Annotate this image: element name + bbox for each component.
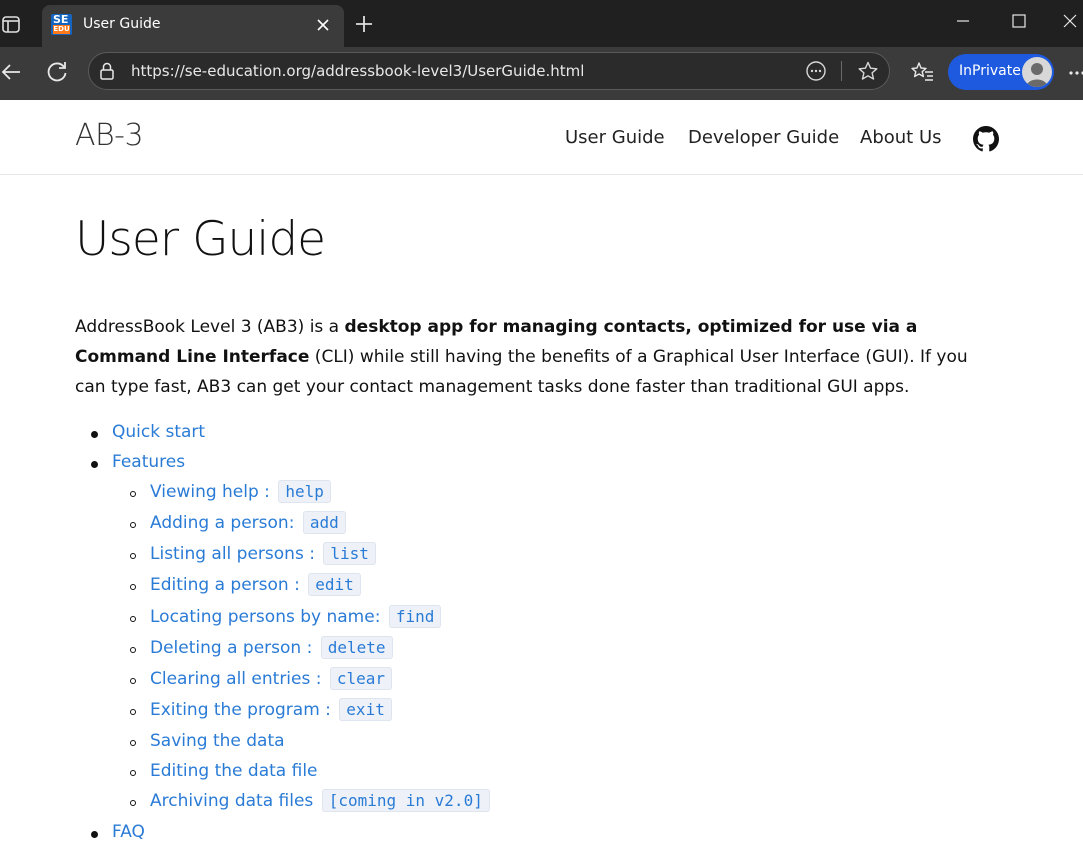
toc-sub-bullet — [130, 678, 136, 684]
toc-link[interactable]: FAQ — [112, 822, 145, 842]
toc-listing-persons: Listing all persons : list — [150, 542, 376, 565]
new-tab-icon[interactable] — [352, 12, 376, 36]
profile-avatar-icon[interactable] — [1022, 57, 1052, 87]
toc-sub-bullet — [130, 522, 136, 528]
toc-link[interactable]: Quick start — [112, 422, 205, 442]
browser-toolbar: https://se-education.org/addressbook-lev… — [0, 47, 1083, 100]
toc-viewing-help: Viewing help : help — [150, 480, 331, 503]
toc-link[interactable]: Exiting the program : — [150, 700, 331, 720]
site-navbar: AB-3 User Guide Developer Guide About Us — [0, 100, 1083, 175]
toc-sub-bullet — [130, 800, 136, 806]
toc-adding-person: Adding a person: add — [150, 511, 346, 534]
refresh-icon[interactable] — [44, 59, 70, 85]
toc-code[interactable]: add — [302, 511, 346, 534]
toc-link[interactable]: Clearing all entries : — [150, 669, 321, 689]
toc-sub-bullet — [130, 709, 136, 715]
toc-link[interactable]: Features — [112, 452, 185, 472]
toc-editing-person: Editing a person : edit — [150, 573, 361, 596]
page-viewport: AB-3 User Guide Developer Guide About Us… — [0, 100, 1083, 853]
address-bar[interactable]: https://se-education.org/addressbook-lev… — [88, 52, 890, 90]
intro-text-1: AddressBook Level 3 (AB3) is a — [75, 317, 345, 337]
toc-sub-bullet — [130, 491, 136, 497]
nav-user-guide[interactable]: User Guide — [565, 127, 665, 148]
toc-bullet — [91, 431, 98, 438]
nav-about-us[interactable]: About Us — [860, 127, 942, 148]
toc-bullet — [91, 461, 98, 468]
toc-code[interactable]: exit — [339, 698, 392, 721]
favicon-text-bottom: EDU — [53, 25, 70, 34]
lock-icon[interactable] — [96, 60, 118, 82]
toc-code[interactable]: help — [278, 480, 331, 503]
settings-more-icon[interactable] — [1066, 60, 1083, 86]
back-icon[interactable] — [0, 59, 26, 85]
toc-code[interactable]: delete — [320, 636, 393, 659]
toc-locating-persons: Locating persons by name: find — [150, 605, 442, 628]
toc-link[interactable]: Adding a person: — [150, 513, 294, 533]
nav-developer-guide[interactable]: Developer Guide — [688, 127, 839, 148]
toc-link[interactable]: Listing all persons : — [150, 544, 315, 564]
toc-editing-data-file: Editing the data file — [150, 761, 318, 781]
toc-faq: FAQ — [112, 822, 145, 842]
toc-code[interactable]: list — [323, 542, 376, 565]
active-tab[interactable]: SE EDU User Guide — [42, 5, 344, 47]
inprivate-button[interactable]: InPrivate — [948, 54, 1054, 90]
favorite-star-icon[interactable] — [857, 60, 879, 82]
toc-saving-data: Saving the data — [150, 731, 285, 751]
maximize-icon[interactable] — [996, 0, 1042, 44]
toc-sub-bullet — [130, 616, 136, 622]
toc-sub-bullet — [130, 584, 136, 590]
toc-sub-bullet — [130, 740, 136, 746]
more-actions-icon[interactable] — [805, 60, 827, 82]
toc-bullet — [91, 831, 98, 838]
toc-link[interactable]: Editing a person : — [150, 575, 300, 595]
toc-link[interactable]: Deleting a person : — [150, 638, 312, 658]
minimize-icon[interactable] — [940, 0, 986, 44]
toc-code[interactable]: find — [388, 605, 442, 628]
browser-tab-bar: SE EDU User Guide — [0, 0, 1083, 47]
close-tab-icon[interactable] — [312, 14, 334, 36]
toc-features: Features — [112, 452, 185, 472]
site-brand[interactable]: AB-3 — [75, 118, 144, 153]
intro-paragraph: AddressBook Level 3 (AB3) is a desktop a… — [75, 312, 1005, 402]
url-text[interactable]: https://se-education.org/addressbook-lev… — [131, 62, 584, 80]
toc-sub-bullet — [130, 770, 136, 776]
inprivate-label: InPrivate — [959, 63, 1021, 79]
intro-bold-1: desktop app for managing contacts, optim… — [344, 317, 918, 337]
github-icon[interactable] — [973, 126, 999, 152]
toc-deleting-person: Deleting a person : delete — [150, 636, 393, 659]
toc-link[interactable]: Locating persons by name: — [150, 607, 380, 627]
toc-link[interactable]: Saving the data — [150, 731, 285, 751]
intro-text-2: (CLI) while still having the benefits of… — [309, 347, 968, 367]
tab-actions-icon[interactable] — [0, 12, 24, 36]
intro-bold-2: Command Line Interface — [75, 347, 310, 367]
tab-title: User Guide — [83, 16, 161, 32]
toc-sub-bullet — [130, 647, 136, 653]
intro-text-3: can type fast, AB3 can get your contact … — [75, 377, 910, 397]
toc-code[interactable]: clear — [329, 667, 393, 690]
page-title: User Guide — [75, 212, 326, 267]
toc-link[interactable]: Editing the data file — [150, 761, 318, 781]
toc-quick-start: Quick start — [112, 422, 205, 442]
toc-link[interactable]: Viewing help : — [150, 482, 270, 502]
toc-code[interactable]: [coming in v2.0] — [321, 789, 490, 812]
toc-exiting-program: Exiting the program : exit — [150, 698, 392, 721]
toc-code[interactable]: edit — [308, 573, 361, 596]
site-favicon-icon: SE EDU — [51, 14, 72, 35]
close-window-icon[interactable] — [1050, 0, 1083, 44]
address-divider — [841, 61, 842, 81]
favorites-icon[interactable] — [910, 59, 936, 85]
toc-archiving-data: Archiving data files [coming in v2.0] — [150, 789, 490, 812]
toc-link[interactable]: Archiving data files — [150, 791, 313, 811]
toc-clearing-entries: Clearing all entries : clear — [150, 667, 393, 690]
toc-sub-bullet — [130, 553, 136, 559]
